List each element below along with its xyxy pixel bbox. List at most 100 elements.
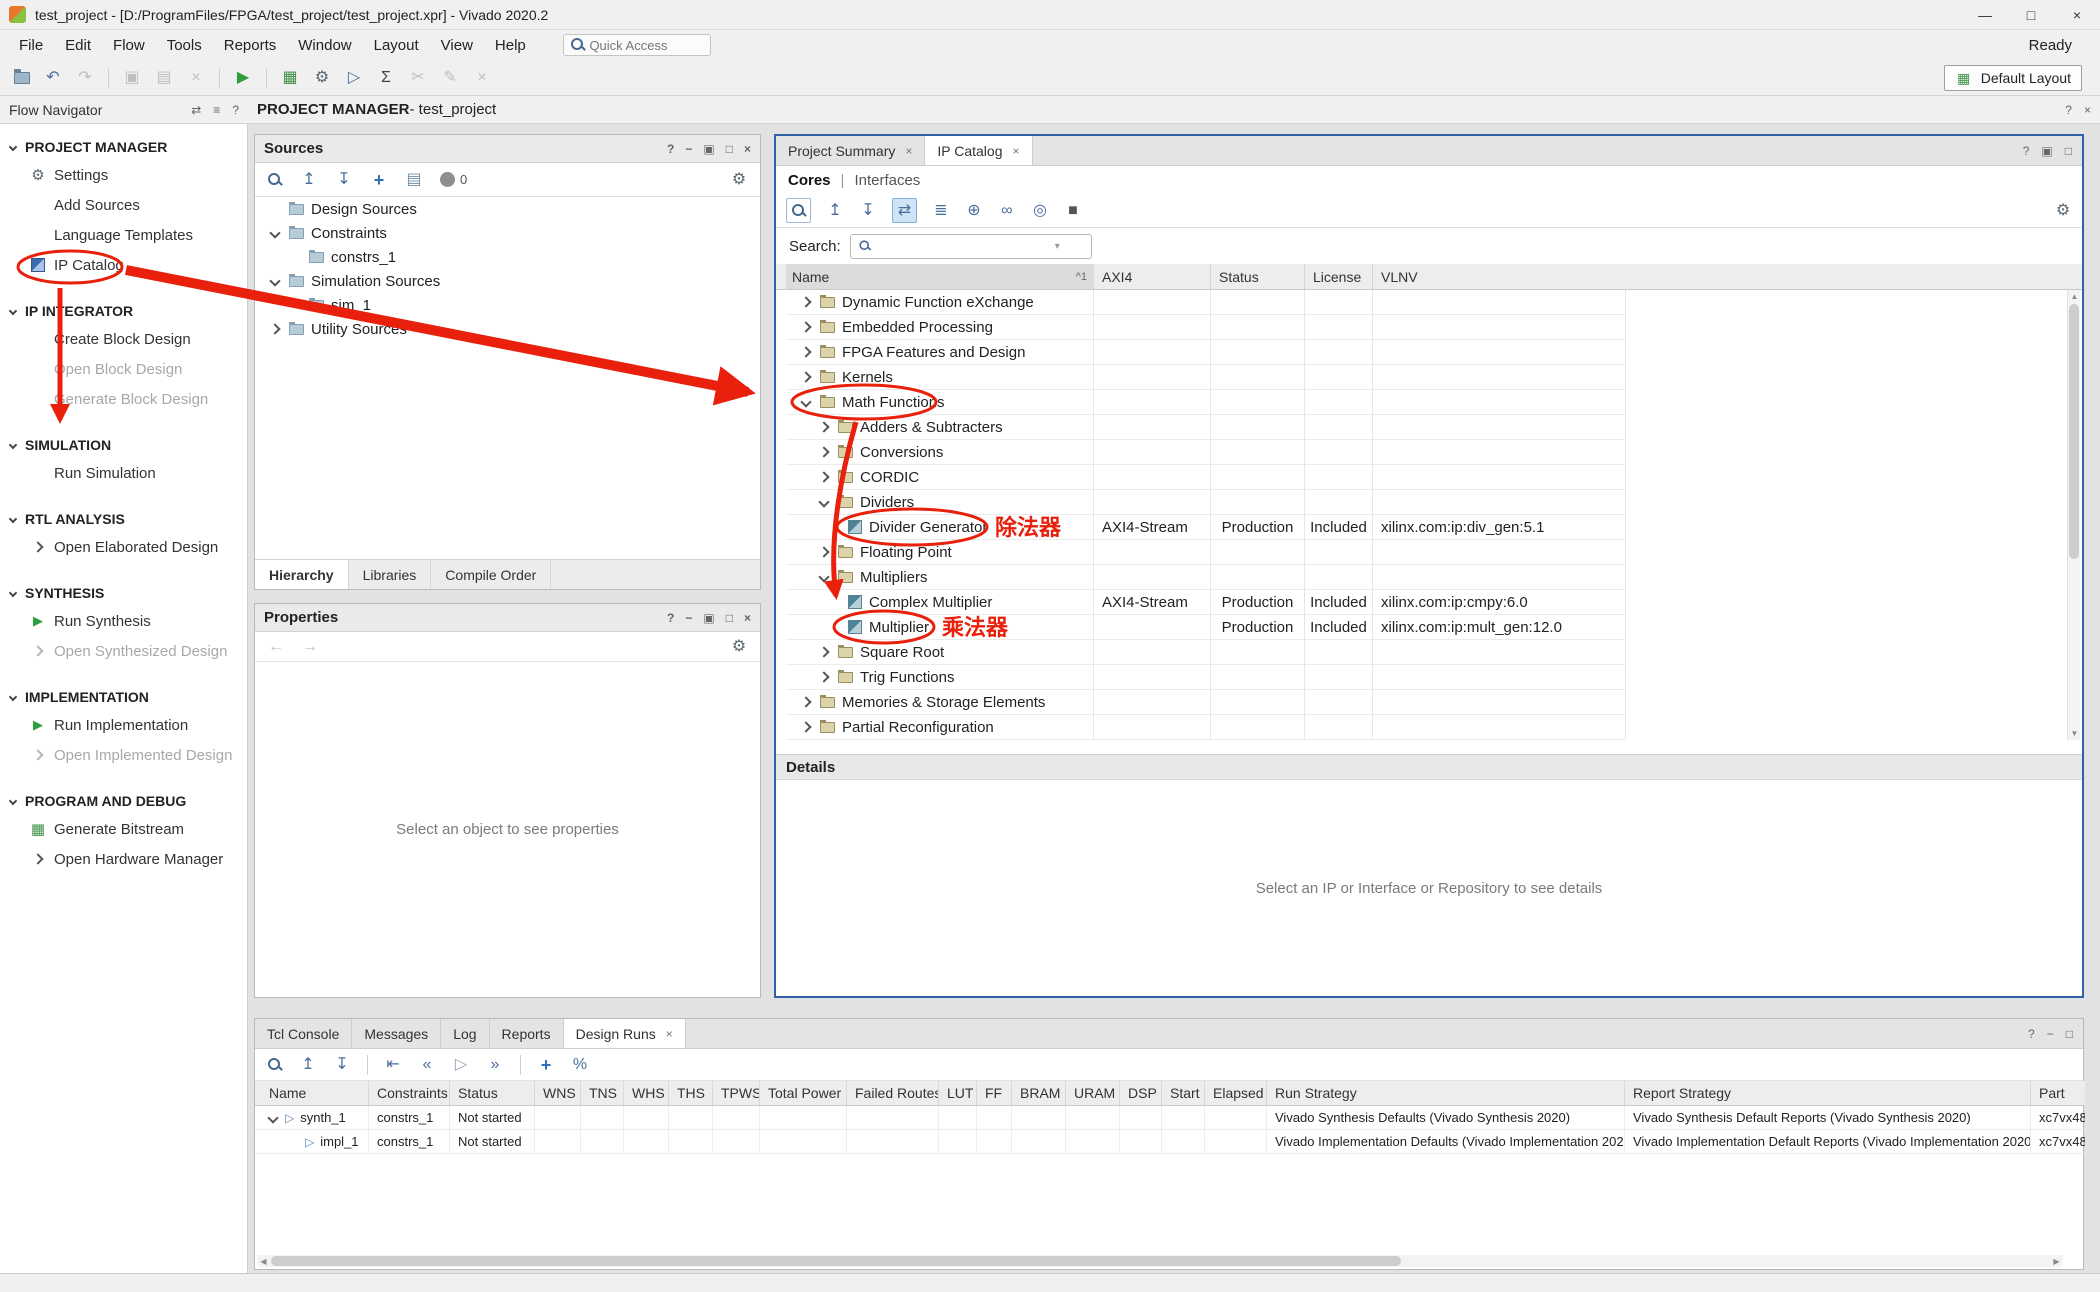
- column-header-dsp[interactable]: DSP: [1119, 1081, 1161, 1105]
- tab-project-summary[interactable]: Project Summary×: [776, 136, 925, 165]
- menu-file[interactable]: File: [8, 33, 54, 58]
- target-icon[interactable]: ◎: [1031, 201, 1049, 221]
- column-header-license[interactable]: License: [1304, 264, 1372, 289]
- horizontal-scrollbar[interactable]: ◀ ▶: [257, 1255, 2063, 1267]
- expand-all-icon[interactable]: ↧: [859, 201, 877, 221]
- expand-all-icon[interactable]: ↧: [333, 1055, 351, 1075]
- playo-icon[interactable]: ▷: [452, 1055, 470, 1075]
- chevron-right-icon[interactable]: [32, 853, 43, 864]
- settings-gear-icon[interactable]: ⚙: [730, 170, 748, 190]
- column-header-report-strategy[interactable]: Report Strategy: [1624, 1081, 2030, 1105]
- view-cores[interactable]: Cores: [788, 172, 831, 189]
- search-button[interactable]: [786, 198, 811, 223]
- sidebar-item-run-simulation[interactable]: Run Simulation: [0, 458, 247, 488]
- sidebar-item-open-block-design[interactable]: Open Block Design: [0, 354, 247, 384]
- ip-row-cordic[interactable]: CORDIC: [786, 465, 1626, 490]
- scroll-right-icon[interactable]: ▶: [2050, 1255, 2063, 1267]
- help-icon[interactable]: ?: [2023, 144, 2030, 158]
- tab-libraries[interactable]: Libraries: [349, 560, 432, 589]
- section-header-rtl-analysis[interactable]: RTL ANALYSIS: [0, 506, 247, 532]
- tab-tcl-console[interactable]: Tcl Console: [255, 1019, 352, 1048]
- column-header-whs[interactable]: WHS: [623, 1081, 668, 1105]
- open-file-icon[interactable]: [14, 72, 30, 84]
- chevron-down-icon[interactable]: [267, 1112, 278, 1123]
- run-row-synth-1[interactable]: ▷synth_1constrs_1Not startedVivado Synth…: [255, 1106, 2085, 1130]
- chevron-right-icon[interactable]: [818, 546, 829, 557]
- section-header-program-and-debug[interactable]: PROGRAM AND DEBUG: [0, 788, 247, 814]
- collapse-icon[interactable]: [9, 143, 17, 151]
- collapse-icon[interactable]: [9, 797, 17, 805]
- menu-help[interactable]: Help: [484, 33, 537, 58]
- scrollbar-thumb[interactable]: [2069, 304, 2079, 559]
- menu-icon[interactable]: ≡: [213, 103, 220, 117]
- help-icon[interactable]: ?: [667, 611, 674, 625]
- tree-item-constrs-1[interactable]: constrs_1: [255, 245, 760, 269]
- section-header-implementation[interactable]: IMPLEMENTATION: [0, 684, 247, 710]
- undo-icon[interactable]: ↶: [44, 68, 62, 88]
- close-icon[interactable]: ×: [666, 1027, 673, 1041]
- chevron-right-icon[interactable]: [269, 323, 280, 334]
- menu-view[interactable]: View: [430, 33, 484, 58]
- ip-row-trig-functions[interactable]: Trig Functions: [786, 665, 1626, 690]
- sidebar-item-ip-catalog[interactable]: IP Catalog: [0, 250, 247, 280]
- maximize-icon[interactable]: □: [726, 142, 733, 156]
- ip-row-memories-storage-elements[interactable]: Memories & Storage Elements: [786, 690, 1626, 715]
- column-header-ff[interactable]: FF: [976, 1081, 1011, 1105]
- column-header-total-power[interactable]: Total Power: [759, 1081, 846, 1105]
- minimize-button[interactable]: —: [1962, 0, 2008, 30]
- minimize-icon[interactable]: −: [685, 142, 692, 156]
- report-icon[interactable]: Σ: [377, 68, 395, 88]
- ip-row-fpga-features-and-design[interactable]: FPGA Features and Design: [786, 340, 1626, 365]
- column-header-tpws[interactable]: TPWS: [712, 1081, 759, 1105]
- view-interfaces[interactable]: Interfaces: [854, 172, 920, 189]
- close-icon[interactable]: ×: [2084, 103, 2091, 117]
- column-header-run-strategy[interactable]: Run Strategy: [1266, 1081, 1624, 1105]
- close-icon[interactable]: ×: [1013, 144, 1020, 158]
- chevron-right-icon[interactable]: [818, 671, 829, 682]
- close-icon[interactable]: ×: [905, 144, 912, 158]
- hierarchy-icon[interactable]: ≣: [932, 201, 950, 221]
- sidebar-item-open-implemented-design[interactable]: Open Implemented Design: [0, 740, 247, 770]
- menu-edit[interactable]: Edit: [54, 33, 102, 58]
- step-icon[interactable]: ▷: [345, 68, 363, 88]
- sidebar-item-generate-bitstream[interactable]: ▦Generate Bitstream: [0, 814, 247, 844]
- sidebar-item-run-implementation[interactable]: ▶Run Implementation: [0, 710, 247, 740]
- forward-icon[interactable]: »: [486, 1055, 504, 1075]
- column-header-name[interactable]: Name^1: [786, 264, 1093, 289]
- column-header-lut[interactable]: LUT: [938, 1081, 976, 1105]
- ip-search-box[interactable]: ▾: [850, 234, 1092, 259]
- chevron-down-icon[interactable]: [818, 496, 829, 507]
- maximize-icon[interactable]: □: [2066, 1027, 2073, 1041]
- column-header-bram[interactable]: BRAM: [1011, 1081, 1065, 1105]
- column-header-axi4[interactable]: AXI4: [1093, 264, 1210, 289]
- expand-all-icon[interactable]: ↧: [335, 170, 353, 190]
- column-header-ths[interactable]: THS: [668, 1081, 712, 1105]
- close-icon[interactable]: ×: [744, 142, 751, 156]
- vertical-scrollbar[interactable]: ▲ ▼: [2067, 290, 2080, 740]
- run-icon[interactable]: ▶: [234, 68, 252, 88]
- ip-row-dynamic-function-exchange[interactable]: Dynamic Function eXchange: [786, 290, 1626, 315]
- settings-icon[interactable]: ⚙: [313, 68, 331, 88]
- tree-item-design-sources[interactable]: Design Sources: [255, 197, 760, 221]
- maximize-icon[interactable]: □: [2065, 144, 2072, 158]
- ip-row-kernels[interactable]: Kernels: [786, 365, 1626, 390]
- scrollbar-thumb[interactable]: [271, 1256, 1401, 1266]
- menu-window[interactable]: Window: [287, 33, 362, 58]
- tab-log[interactable]: Log: [441, 1019, 489, 1048]
- chevron-right-icon[interactable]: [818, 446, 829, 457]
- sidebar-item-open-hardware-manager[interactable]: Open Hardware Manager: [0, 844, 247, 874]
- chevron-down-icon[interactable]: [269, 275, 280, 286]
- column-header-wns[interactable]: WNS: [534, 1081, 580, 1105]
- chevron-right-icon[interactable]: [818, 421, 829, 432]
- chevron-right-icon[interactable]: [800, 696, 811, 707]
- tree-item-utility-sources[interactable]: Utility Sources: [255, 317, 760, 341]
- chevron-right-icon[interactable]: [800, 371, 811, 382]
- ip-row-partial-reconfiguration[interactable]: Partial Reconfiguration: [786, 715, 1626, 740]
- scroll-down-icon[interactable]: ▼: [2068, 727, 2081, 740]
- layout-switch-icon[interactable]: ⇄: [191, 103, 201, 117]
- close-icon[interactable]: ×: [744, 611, 751, 625]
- float-icon[interactable]: ▣: [703, 611, 714, 625]
- sidebar-item-settings[interactable]: ⚙Settings: [0, 160, 247, 190]
- column-header-elapsed[interactable]: Elapsed: [1204, 1081, 1266, 1105]
- collapse-all-icon[interactable]: ↥: [300, 170, 318, 190]
